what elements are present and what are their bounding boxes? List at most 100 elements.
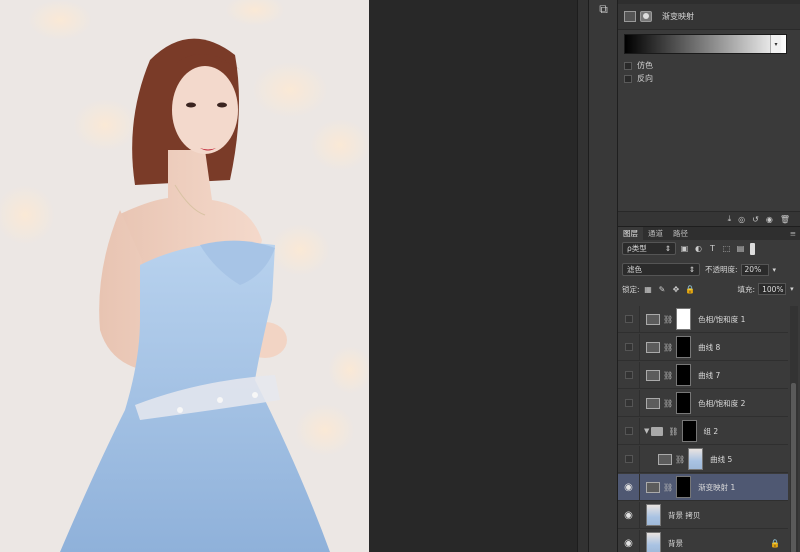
image-filter-icon[interactable]: ▣: [679, 244, 690, 254]
workspace-background: [369, 0, 577, 552]
layer-row-selected[interactable]: ◉ ⛓ 渐变映射 1: [618, 473, 788, 501]
layer-name[interactable]: 曲线 8: [698, 342, 720, 353]
tab-adjust[interactable]: [618, 0, 626, 4]
layer-name[interactable]: 背景 拷贝: [668, 510, 700, 521]
adjustments-panel-icon[interactable]: ⧉: [593, 1, 614, 18]
layer-name[interactable]: 渐变映射 1: [698, 482, 735, 493]
layer-row[interactable]: ◉ 背景 🔒: [618, 529, 788, 552]
view-previous-icon[interactable]: ◎: [738, 215, 745, 224]
smart-object-filter-icon[interactable]: ▤: [735, 244, 746, 254]
document-canvas[interactable]: [0, 0, 369, 552]
tab-layers[interactable]: 图层: [618, 227, 643, 240]
visibility-toggle[interactable]: ◉: [618, 473, 640, 501]
layers-scrollbar-thumb[interactable]: [791, 383, 796, 552]
filter-toggle[interactable]: [750, 242, 755, 255]
reverse-option[interactable]: 反向: [624, 73, 653, 84]
dither-checkbox[interactable]: [624, 61, 632, 70]
eye-icon: ◉: [624, 537, 633, 549]
layer-name[interactable]: 组 2: [704, 426, 719, 437]
lock-all-icon[interactable]: 🔒: [685, 284, 696, 294]
trash-icon[interactable]: 🗑: [780, 215, 790, 224]
visibility-toggle[interactable]: ◉: [618, 501, 640, 529]
tab-paths[interactable]: 路径: [668, 227, 693, 240]
properties-title: 渐变映射: [662, 12, 694, 21]
mask-thumbnail[interactable]: [676, 364, 692, 386]
dither-label: 仿色: [637, 61, 653, 70]
visibility-toggle[interactable]: [618, 306, 640, 333]
blend-mode-value: 滤色: [627, 265, 642, 274]
adjustment-filter-icon[interactable]: ◐: [693, 244, 704, 254]
tab-properties[interactable]: [634, 0, 642, 4]
layer-thumbnail[interactable]: [646, 504, 661, 526]
visibility-icon[interactable]: ◉: [766, 215, 773, 224]
shape-filter-icon[interactable]: ⬚: [721, 244, 732, 254]
layer-thumbnail[interactable]: [646, 532, 661, 552]
fill-dropdown-icon[interactable]: ▾: [790, 285, 794, 293]
lock-position-icon[interactable]: ✥: [671, 284, 682, 294]
opacity-input[interactable]: 20%: [740, 263, 769, 276]
visibility-toggle[interactable]: [618, 445, 640, 473]
gradient-preview[interactable]: [624, 34, 787, 54]
layer-name[interactable]: 色相/饱和度 1: [698, 314, 745, 325]
link-icon[interactable]: ⛓: [668, 427, 678, 436]
visibility-toggle[interactable]: [618, 389, 640, 417]
gradient-dropdown-arrow[interactable]: ▾: [770, 35, 781, 53]
fill-label: 填充:: [737, 284, 756, 294]
tab-style[interactable]: [626, 0, 634, 4]
blend-mode-select[interactable]: 滤色 ⇕: [622, 263, 700, 276]
type-filter-icon[interactable]: T: [707, 244, 718, 254]
mask-icon[interactable]: [640, 11, 652, 22]
mask-thumbnail[interactable]: [676, 336, 692, 358]
opacity-dropdown-icon[interactable]: ▾: [773, 266, 777, 274]
expand-arrow-icon[interactable]: ▼: [644, 427, 649, 435]
hue-saturation-icon: [646, 313, 660, 325]
tab-channels[interactable]: 通道: [643, 227, 668, 240]
dither-option[interactable]: 仿色: [624, 60, 653, 71]
layer-name[interactable]: 曲线 7: [698, 370, 720, 381]
visibility-toggle[interactable]: [618, 361, 640, 389]
lock-pixels-icon[interactable]: ✎: [657, 284, 668, 294]
reverse-label: 反向: [637, 74, 653, 83]
panel-menu-icon[interactable]: ≡: [785, 227, 800, 240]
filter-kind-select[interactable]: ρ类型 ⇕: [622, 242, 676, 255]
panel-dock-strip: ⧉: [589, 0, 618, 552]
visibility-toggle[interactable]: [618, 417, 640, 445]
layer-row[interactable]: ◉ 背景 拷贝: [618, 501, 788, 529]
link-icon[interactable]: ⛓: [675, 455, 685, 464]
curves-icon: [646, 341, 660, 353]
link-icon[interactable]: ⛓: [663, 315, 673, 324]
fill-input[interactable]: 100%: [758, 283, 787, 295]
visibility-toggle[interactable]: [618, 333, 640, 361]
mask-thumbnail[interactable]: [688, 448, 704, 470]
group-row[interactable]: ▼ ⛓ 组 2: [618, 417, 788, 445]
photo-illustration: [0, 0, 369, 552]
mask-thumbnail[interactable]: [676, 392, 692, 414]
link-icon[interactable]: ⛓: [663, 399, 673, 408]
layer-row[interactable]: ⛓ 色相/饱和度 2: [618, 389, 788, 417]
visibility-toggle[interactable]: ◉: [618, 529, 640, 552]
mask-thumbnail[interactable]: [676, 308, 692, 330]
layer-row[interactable]: ⛓ 曲线 8: [618, 333, 788, 361]
clip-to-layer-icon[interactable]: ⤓: [728, 214, 732, 224]
layer-name[interactable]: 背景: [668, 538, 683, 549]
link-icon[interactable]: ⛓: [663, 371, 673, 380]
panel-divider[interactable]: [577, 0, 589, 552]
mask-thumbnail[interactable]: [676, 476, 692, 498]
reset-icon[interactable]: ↺: [752, 215, 759, 224]
gradient-map-icon: [624, 11, 636, 22]
link-icon[interactable]: ⛓: [663, 483, 673, 492]
layer-row[interactable]: ⛓ 色相/饱和度 1: [618, 306, 788, 333]
lock-transparent-icon[interactable]: ▦: [643, 284, 654, 294]
layer-name[interactable]: 色相/饱和度 2: [698, 398, 745, 409]
link-icon[interactable]: ⛓: [663, 343, 673, 352]
filter-row: ρ类型 ⇕ ▣ ◐ T ⬚ ▤: [622, 242, 755, 255]
layer-row[interactable]: ⛓ 曲线 5: [618, 445, 788, 473]
chevron-down-icon: ⇕: [688, 265, 695, 274]
layer-name[interactable]: 曲线 5: [710, 454, 732, 465]
opacity-label: 不透明度:: [705, 265, 738, 274]
reverse-checkbox[interactable]: [624, 74, 632, 83]
mask-thumbnail[interactable]: [681, 420, 697, 442]
layers-tabs: 图层 通道 路径 ≡: [618, 227, 800, 240]
lock-row: 锁定: ▦ ✎ ✥ 🔒 填充: 100% ▾: [622, 283, 794, 295]
layer-row[interactable]: ⛓ 曲线 7: [618, 361, 788, 389]
